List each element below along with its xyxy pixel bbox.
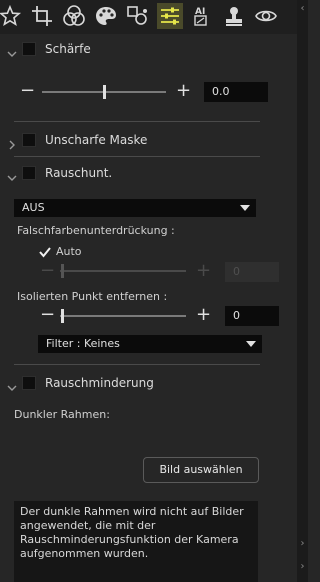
dark-frame-info-text: Der dunkle Rahmen wird nicht auf Bilder …: [14, 501, 258, 582]
select-image-button[interactable]: Bild auswählen: [143, 457, 259, 483]
auto-checkbox[interactable]: [38, 244, 52, 258]
false-color-value-field: 0: [225, 262, 279, 282]
false-color-slider-track: [60, 270, 186, 272]
sharpness-decrease-button[interactable]: −: [20, 82, 35, 100]
chevron-down-icon[interactable]: [7, 378, 17, 391]
section-divider: [14, 156, 260, 157]
unsharp-mask-enable-checkbox[interactable]: [22, 133, 36, 147]
crop-icon[interactable]: [29, 3, 55, 29]
sharpness-increase-button[interactable]: +: [176, 82, 191, 100]
scroll-right-arrow-icon[interactable]: ›: [297, 535, 308, 553]
filter-select-value: Filter : Keines: [46, 337, 120, 350]
noise-reduction-mode-value: AUS: [22, 201, 45, 214]
ai-icon[interactable]: AI: [189, 3, 215, 29]
unsharp-mask-section-title: Unscharfe Maske: [45, 133, 148, 147]
scroll-down-arrow-icon[interactable]: ›: [297, 558, 308, 576]
false-color-increase-button: +: [196, 260, 212, 281]
hot-pixel-value-field[interactable]: 0: [225, 306, 279, 326]
stamp-icon[interactable]: [221, 3, 247, 29]
hot-pixel-label: Isolierten Punkt entfernen :: [17, 290, 168, 303]
sliders-icon[interactable]: [157, 3, 183, 29]
long-exposure-nr-enable-checkbox[interactable]: [22, 376, 36, 390]
retouch-icon[interactable]: [125, 3, 151, 29]
sharpness-slider-thumb[interactable]: [102, 85, 106, 99]
chevron-down-icon[interactable]: [7, 44, 17, 57]
hot-pixel-increase-button[interactable]: +: [196, 306, 211, 324]
sharpness-value-field[interactable]: 0.0: [204, 82, 268, 102]
section-divider: [14, 121, 260, 122]
long-exposure-nr-section-title: Rauschminderung: [45, 376, 154, 390]
vertical-scrollbar[interactable]: ‹ › ›: [297, 0, 308, 582]
false-color-label: Falschfarbenunterdrückung :: [17, 224, 175, 237]
hot-pixel-decrease-button[interactable]: −: [40, 306, 55, 324]
filter-select[interactable]: Filter : Keines: [38, 335, 262, 353]
chevron-right-icon[interactable]: [7, 135, 17, 150]
false-color-decrease-button: −: [40, 260, 56, 281]
hot-pixel-slider-thumb[interactable]: [61, 309, 64, 323]
eye-icon[interactable]: [253, 3, 279, 29]
sharpness-enable-checkbox[interactable]: [22, 42, 36, 56]
chevron-down-icon[interactable]: [7, 168, 17, 181]
chevron-down-icon: [240, 205, 250, 211]
scroll-up-arrow-icon[interactable]: ‹: [297, 0, 308, 18]
section-divider: [14, 364, 260, 365]
tool-palette-toolbar: AI: [0, 0, 297, 34]
noise-reduction-enable-checkbox[interactable]: [22, 166, 36, 180]
chevron-down-icon: [246, 341, 256, 347]
hot-pixel-slider-track[interactable]: [60, 315, 186, 317]
sharpness-section-title: Schärfe: [45, 42, 91, 56]
palette-icon[interactable]: [93, 3, 119, 29]
color-circles-icon[interactable]: [61, 3, 87, 29]
noise-reduction-mode-select[interactable]: AUS: [14, 199, 256, 217]
dark-frame-label: Dunkler Rahmen:: [14, 408, 110, 421]
auto-checkbox-label: Auto: [56, 245, 82, 258]
star-icon[interactable]: [0, 3, 23, 29]
noise-reduction-section-title: Rauschunt.: [45, 166, 113, 180]
false-color-slider-thumb: [61, 264, 64, 278]
